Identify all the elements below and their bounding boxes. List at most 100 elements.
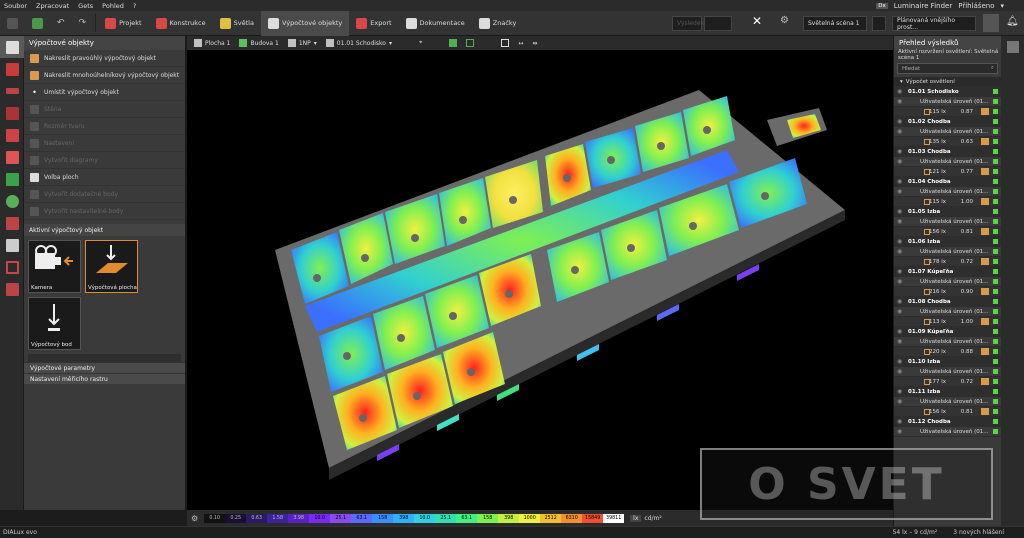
false-color-icon[interactable] (981, 378, 989, 385)
rail-room-button[interactable] (0, 58, 24, 80)
eye-icon[interactable]: ◉ (897, 368, 902, 375)
select-surfaces-button[interactable]: Volba ploch (24, 169, 185, 186)
false-color-icon[interactable] (981, 288, 989, 295)
tab-dokumentace[interactable]: Dokumentace (399, 11, 472, 36)
crumb-floor[interactable]: 1NP ▾ (285, 39, 320, 47)
tile-calc-point[interactable]: Výpočtový bod (28, 297, 81, 350)
luminaire-finder-link[interactable]: Luminaire Finder (894, 2, 952, 10)
result-room-row[interactable]: ◉ 01.11 Izba (894, 387, 1001, 397)
false-color-icon[interactable] (981, 108, 989, 115)
false-color-icon[interactable] (981, 228, 989, 235)
result-room-row[interactable]: ◉ 01.05 Izba (894, 207, 1001, 217)
scene-button[interactable] (872, 16, 886, 31)
eye-icon[interactable]: ◉ (897, 178, 902, 185)
rail-grid-button[interactable] (0, 278, 24, 300)
rail-ceiling-button[interactable] (0, 80, 24, 102)
result-room-row[interactable]: ◉ 01.08 Chodba (894, 297, 1001, 307)
false-color-icon[interactable] (981, 408, 989, 415)
draw-poly-calc-object[interactable]: Nakreslit mnohoúhelníkový výpočtový obje… (24, 67, 185, 84)
tab-znacky[interactable]: Značky (472, 11, 524, 36)
rail-curve-button[interactable] (0, 212, 24, 234)
planned-select[interactable]: Plánovaná vnějšího prost... (892, 16, 976, 31)
false-color-icon[interactable] (981, 198, 989, 205)
menu-gets[interactable]: Gets (78, 2, 93, 10)
login-dropdown-icon[interactable]: ▾ (1000, 2, 1004, 10)
menu-file[interactable]: Soubor (4, 2, 27, 10)
false-color-icon[interactable] (981, 168, 989, 175)
eye-icon[interactable]: ◉ (897, 238, 902, 245)
eye-icon[interactable]: ◉ (897, 428, 902, 435)
result-room-row[interactable]: ◉ 01.07 Kúpeľňa (894, 267, 1001, 277)
align-tool[interactable]: ⇹ (529, 40, 540, 47)
results-panel-toggle[interactable] (1001, 36, 1024, 58)
eye-icon[interactable]: ◉ (897, 98, 902, 105)
result-room-row[interactable]: ◉ 01.12 Chodba (894, 417, 1001, 427)
eye-icon[interactable]: ◉ (897, 308, 902, 315)
false-color-icon[interactable] (981, 318, 989, 325)
messages-link[interactable]: 3 nových hlášení (953, 529, 1004, 536)
scale-unit-cd[interactable]: cd/m² (644, 515, 661, 522)
rail-visibility-button[interactable] (0, 190, 24, 212)
result-surface-row[interactable]: ◉ Uživatelská úroveň (01... (894, 397, 1001, 407)
tile-scrollbar[interactable] (28, 354, 181, 362)
result-surface-row[interactable]: ◉ Uživatelská úroveň (01... (894, 187, 1001, 197)
result-room-row[interactable]: ◉ 01.09 Kúpeľňa (894, 327, 1001, 337)
eye-icon[interactable]: ◉ (897, 88, 902, 95)
result-room-row[interactable]: ◉ 01.03 Chodba (894, 147, 1001, 157)
eye-icon[interactable]: ◉ (897, 218, 902, 225)
close-icon[interactable]: ✕ (752, 14, 762, 28)
eye-icon[interactable]: ◉ (897, 298, 902, 305)
result-surface-row[interactable]: ◉ Uživatelská úroveň (01... (894, 97, 1001, 107)
tab-konstrukce[interactable]: Konstrukce (149, 11, 213, 36)
select-tool[interactable] (498, 39, 512, 47)
rail-frame-button[interactable] (0, 256, 24, 278)
scene-select[interactable]: Světelná scéna 1 (803, 16, 867, 31)
3d-viewport[interactable] (187, 50, 893, 510)
tab-projekt[interactable]: Projekt (98, 11, 148, 36)
gear-icon[interactable]: ⚙ (191, 514, 198, 523)
result-room-row[interactable]: ◉ 01.02 Chodba (894, 117, 1001, 127)
rail-calc-objects-button[interactable] (0, 36, 24, 58)
eye-icon[interactable]: ◉ (897, 118, 902, 125)
eye-icon[interactable]: ◉ (897, 388, 902, 395)
eye-icon[interactable]: ◉ (897, 328, 902, 335)
tile-camera[interactable]: Kamera (28, 240, 81, 293)
crumb-budova[interactable]: Budova 1 (236, 39, 281, 47)
eye-icon[interactable]: ◉ (897, 418, 902, 425)
result-surface-row[interactable]: ◉ Uživatelská úroveň (01... (894, 217, 1001, 227)
place-calc-object[interactable]: • Umístit výpočtový objekt (24, 84, 185, 101)
home-button[interactable] (0, 11, 25, 36)
move-tool[interactable]: ⌖ (416, 39, 425, 47)
tab-svetla[interactable]: Světla (213, 11, 261, 36)
results-search[interactable]: Hledat ⌕ (897, 63, 998, 74)
rail-floor-button[interactable] (0, 124, 24, 146)
eye-icon[interactable]: ◉ (897, 148, 902, 155)
save-button[interactable] (25, 11, 50, 36)
undo-button[interactable]: ↶ (50, 11, 72, 36)
false-color-icon[interactable] (981, 348, 989, 355)
crumb-plocha[interactable]: Plocha 1 (191, 39, 233, 47)
result-surface-row[interactable]: ◉ Uživatelská úroveň (01... (894, 427, 1001, 437)
crumb-room[interactable]: 01.01 Schodisko ▾ (323, 39, 395, 47)
menu-view[interactable]: Pohled (102, 2, 124, 10)
eye-icon[interactable]: ◉ (897, 158, 902, 165)
eye-icon[interactable]: ◉ (897, 398, 902, 405)
rail-emergency-button[interactable] (0, 168, 24, 190)
false-color-icon[interactable] (981, 258, 989, 265)
eye-icon[interactable]: ◉ (897, 208, 902, 215)
false-color-icon[interactable] (981, 138, 989, 145)
result-room-row[interactable]: ◉ 01.04 Chodba (894, 177, 1001, 187)
login-status[interactable]: Přihlášeno (958, 2, 994, 10)
tile-calc-surface[interactable]: Výpočtová plocha (85, 240, 138, 293)
menu-process[interactable]: Zpracovat (36, 2, 69, 10)
result-surface-row[interactable]: ◉ Uživatelská úroveň (01... (894, 277, 1001, 287)
result-surface-row[interactable]: ◉ Uživatelská úroveň (01... (894, 157, 1001, 167)
result-surface-row[interactable]: ◉ Uživatelská úroveň (01... (894, 367, 1001, 377)
view-mode-button[interactable] (983, 14, 999, 32)
eye-icon[interactable]: ◉ (897, 128, 902, 135)
result-surface-row[interactable]: ◉ Uživatelská úroveň (01... (894, 247, 1001, 257)
tab-export[interactable]: Export (349, 11, 398, 36)
bell-icon[interactable]: 🔔︎ (1006, 16, 1019, 27)
tree-root[interactable]: ▾ Výpočet osvětlení (894, 77, 1001, 87)
menu-help[interactable]: ? (133, 2, 136, 10)
